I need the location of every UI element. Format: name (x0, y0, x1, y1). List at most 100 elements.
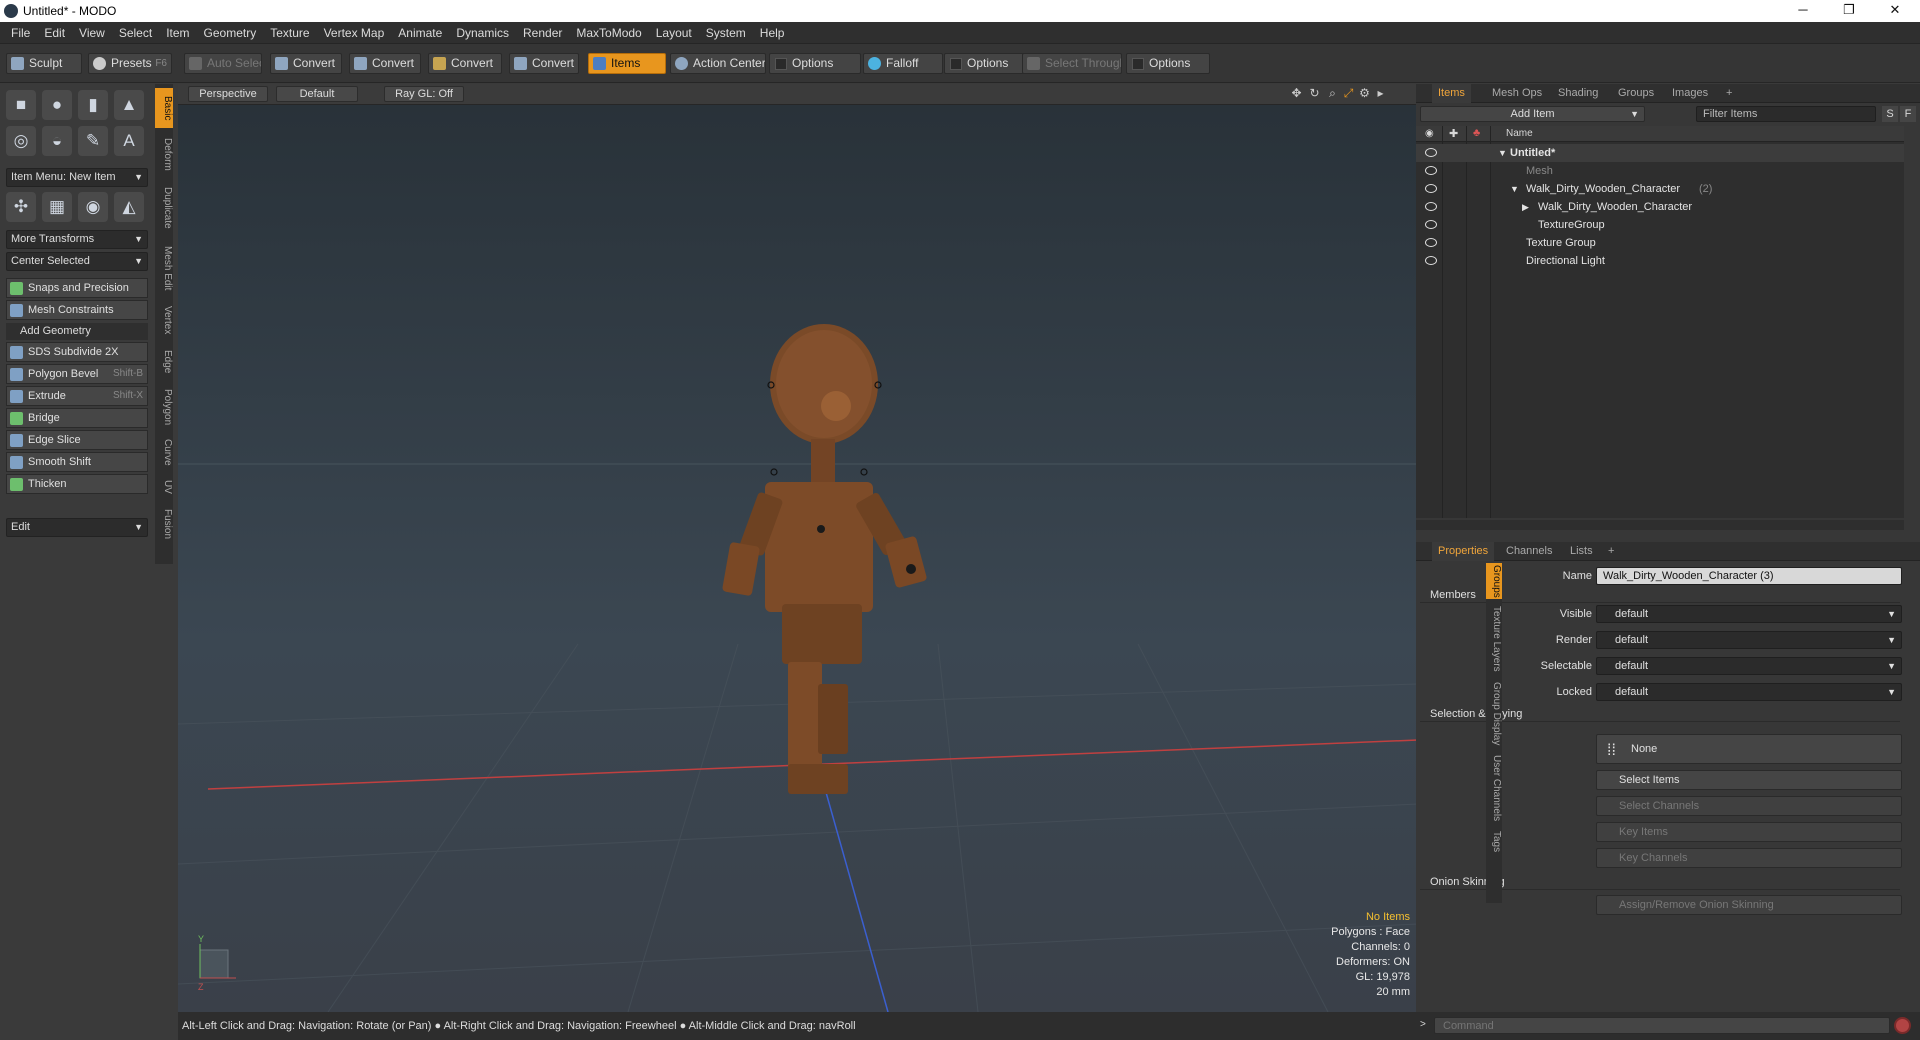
item-menu-dropdown[interactable]: Item Menu: New Item ▼ (6, 168, 148, 187)
extrude-button[interactable]: Extrude Shift-X (6, 386, 148, 406)
tree-row-mesh[interactable]: Mesh (1416, 162, 1904, 180)
convert-edges-button[interactable]: Convert (349, 53, 421, 74)
polygon-bevel-button[interactable]: Polygon Bevel Shift-B (6, 364, 148, 384)
options-checkbox[interactable] (775, 58, 787, 70)
tab-properties[interactable]: Properties (1432, 542, 1495, 561)
sculpt-button[interactable]: Sculpt (6, 53, 82, 74)
action-center-options-button[interactable]: Options (769, 53, 861, 74)
menu-view[interactable]: View (72, 22, 112, 44)
tree-row-texture-group[interactable]: Texture Group (1416, 234, 1904, 252)
menu-render[interactable]: Render (516, 22, 569, 44)
sphere-icon[interactable]: ● (42, 90, 72, 120)
key-items-button[interactable]: Key Items (1596, 822, 1902, 842)
menu-item[interactable]: Item (159, 22, 196, 44)
locator-icon[interactable]: ✣ (6, 192, 36, 222)
cube-icon[interactable]: ■ (6, 90, 36, 120)
eye-icon[interactable] (1425, 220, 1437, 229)
eye-icon[interactable] (1425, 184, 1437, 193)
tab-mesh-edit[interactable]: Mesh Edit (155, 240, 173, 296)
select-channels-button[interactable]: Select Channels (1596, 796, 1902, 816)
key-channels-button[interactable]: Key Channels (1596, 848, 1902, 868)
eye-icon[interactable] (1425, 202, 1437, 211)
menu-vertex-map[interactable]: Vertex Map (317, 22, 392, 44)
expand-arrow-icon[interactable]: ▼ (1498, 144, 1507, 162)
menu-animate[interactable]: Animate (391, 22, 449, 44)
thicken-button[interactable]: Thicken (6, 474, 148, 494)
capsule-icon[interactable]: ◒ (42, 126, 72, 156)
add-tab-icon[interactable]: + (1602, 542, 1620, 561)
tab-fusion[interactable]: Fusion (155, 504, 173, 544)
menu-edit[interactable]: Edit (37, 22, 72, 44)
action-center-button[interactable]: Action Center (670, 53, 766, 74)
globe-icon[interactable]: ◉ (78, 192, 108, 222)
render-column-icon[interactable]: ♣ (1473, 127, 1480, 139)
tab-group-display[interactable]: Group Display (1486, 679, 1502, 749)
wooden-character-model[interactable] (722, 324, 928, 794)
convert-items-button[interactable]: Convert (509, 53, 579, 74)
tab-texture-layers[interactable]: Texture Layers (1486, 603, 1502, 675)
edge-slice-button[interactable]: Edge Slice (6, 430, 148, 450)
tab-shading[interactable]: Shading (1552, 84, 1604, 103)
mesh-constraints-button[interactable]: Mesh Constraints (6, 300, 148, 320)
rotate-icon[interactable]: ↻ (1308, 87, 1321, 100)
tree-row-scene[interactable]: ▼ Untitled* (1416, 144, 1904, 162)
select-items-button[interactable]: Select Items (1596, 770, 1902, 790)
expand-arrow-icon[interactable]: ▶ (1522, 198, 1529, 216)
items-mode-button[interactable]: Items (588, 53, 666, 74)
torus-icon[interactable]: ◎ (6, 126, 36, 156)
presets-button[interactable]: Presets F6 (88, 53, 172, 74)
eye-icon[interactable] (1425, 166, 1437, 175)
menu-geometry[interactable]: Geometry (197, 22, 264, 44)
tab-user-channels[interactable]: User Channels (1486, 753, 1502, 823)
eye-icon[interactable] (1425, 256, 1437, 265)
text-icon[interactable]: A (114, 126, 144, 156)
falloff-button[interactable]: Falloff (863, 53, 943, 74)
menu-dynamics[interactable]: Dynamics (449, 22, 516, 44)
falloff-options-button[interactable]: Options (944, 53, 1024, 74)
menu-file[interactable]: File (4, 22, 37, 44)
smooth-shift-button[interactable]: Smooth Shift (6, 452, 148, 472)
menu-help[interactable]: Help (753, 22, 792, 44)
more-transforms-dropdown[interactable]: More Transforms ▼ (6, 230, 148, 249)
expand-arrow-icon[interactable]: ▸ (1374, 87, 1387, 100)
grid-icon[interactable]: ▦ (42, 192, 72, 222)
tab-channels[interactable]: Channels (1500, 542, 1558, 561)
cone-icon[interactable]: ▲ (114, 90, 144, 120)
cylinder-icon[interactable]: ▮ (78, 90, 108, 120)
edit-dropdown[interactable]: Edit ▼ (6, 518, 148, 537)
menu-layout[interactable]: Layout (649, 22, 699, 44)
menu-maxtomodo[interactable]: MaxToModo (569, 22, 648, 44)
center-selected-dropdown[interactable]: Center Selected ▼ (6, 252, 148, 271)
perspective-button[interactable]: Perspective (188, 86, 268, 102)
viewport-settings-icon[interactable]: ⚙ (1358, 87, 1371, 100)
tab-groups-side[interactable]: Groups (1486, 563, 1502, 599)
menu-system[interactable]: System (699, 22, 753, 44)
visibility-column-icon[interactable]: ◉ (1425, 128, 1434, 139)
sds-subdivide-button[interactable]: SDS Subdivide 2X (6, 342, 148, 362)
auto-select-button[interactable]: Auto Select (184, 53, 262, 74)
add-geometry-section[interactable]: Add Geometry (6, 323, 148, 340)
command-input[interactable] (1434, 1017, 1890, 1034)
add-item-dropdown[interactable]: Add Item ▼ (1420, 106, 1645, 122)
filter-f-button[interactable]: F (1900, 106, 1916, 122)
select-options-button[interactable]: Options (1126, 53, 1210, 74)
tab-vertex[interactable]: Vertex (155, 300, 173, 340)
visible-dropdown[interactable]: default ▼ (1596, 605, 1902, 623)
select-options-checkbox[interactable] (1132, 58, 1144, 70)
tab-images[interactable]: Images (1666, 84, 1714, 103)
tab-uv[interactable]: UV (155, 474, 173, 500)
tree-row-light[interactable]: Directional Light (1416, 252, 1904, 270)
tab-curve[interactable]: Curve (155, 434, 173, 470)
fit-icon[interactable]: ⤢ (1342, 87, 1355, 100)
convert-polygons-button[interactable]: Convert (428, 53, 502, 74)
select-through-button[interactable]: Select Through (1022, 53, 1122, 74)
pen-icon[interactable]: ✎ (78, 126, 108, 156)
none-button[interactable]: ⁞⁞ None (1596, 734, 1902, 764)
tree-horizontal-scrollbar[interactable] (1416, 520, 1904, 530)
menu-select[interactable]: Select (112, 22, 159, 44)
pan-icon[interactable]: ✥ (1290, 87, 1303, 100)
tab-polygon[interactable]: Polygon (155, 384, 173, 430)
locked-dropdown[interactable]: default ▼ (1596, 683, 1902, 701)
tree-row-texturegroup[interactable]: TextureGroup (1416, 216, 1904, 234)
close-button[interactable]: ✕ (1872, 0, 1918, 22)
